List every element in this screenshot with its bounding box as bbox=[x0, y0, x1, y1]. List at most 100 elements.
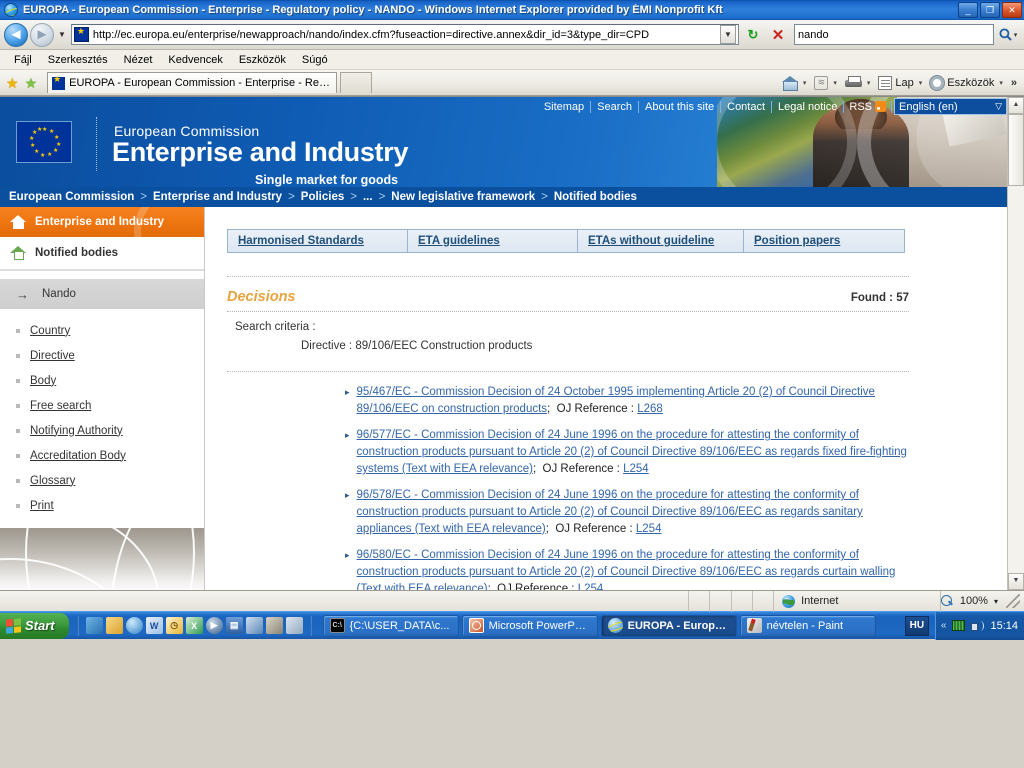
tab-position-papers[interactable]: Position papers bbox=[744, 230, 850, 252]
scroll-down-button[interactable]: ▼ bbox=[1008, 573, 1024, 590]
breadcrumb-item-policies[interactable]: Policies bbox=[301, 191, 344, 203]
page-menu-button[interactable]: Lap bbox=[874, 75, 917, 91]
menu-item-tools[interactable]: Eszközök bbox=[231, 52, 294, 68]
menu-item-file[interactable]: Fájl bbox=[6, 52, 40, 68]
breadcrumb-item-ellipsis[interactable]: ... bbox=[363, 191, 373, 203]
breadcrumb-item-notified-bodies[interactable]: Notified bodies bbox=[554, 191, 637, 203]
print-button[interactable] bbox=[841, 75, 866, 90]
quick-launch-show-desktop-icon[interactable] bbox=[85, 617, 103, 634]
scroll-up-button[interactable]: ▲ bbox=[1008, 97, 1024, 114]
quick-launch-notes-icon[interactable] bbox=[285, 617, 303, 634]
command-overflow-icon[interactable]: » bbox=[1007, 77, 1021, 89]
result-title-link[interactable]: 96/580/EC - Commission Decision of 24 Ju… bbox=[357, 549, 896, 590]
taskbar-button-paint[interactable]: névtelen - Paint bbox=[739, 614, 876, 637]
tray-expand-icon[interactable]: « bbox=[941, 620, 947, 631]
sidebar-decorative-graphic bbox=[0, 528, 204, 590]
print-dropdown-icon[interactable]: ▾ bbox=[866, 79, 875, 87]
stop-icon[interactable]: ✕ bbox=[767, 24, 789, 46]
volume-icon[interactable] bbox=[971, 620, 985, 632]
breadcrumb-item-new-legislative-framework[interactable]: New legislative framework bbox=[391, 191, 535, 203]
quick-launch-excel-icon[interactable]: X bbox=[185, 617, 203, 634]
search-dropdown-icon[interactable]: ▾ bbox=[1014, 31, 1018, 39]
security-zone[interactable]: Internet bbox=[774, 590, 941, 612]
close-button[interactable]: ✕ bbox=[1002, 2, 1022, 18]
quick-launch-clock-icon[interactable]: ◷ bbox=[165, 617, 183, 634]
tab-etas-without-guideline[interactable]: ETAs without guideline bbox=[578, 230, 744, 252]
recent-pages-dropdown-icon[interactable]: ▼ bbox=[58, 30, 66, 39]
address-bar[interactable]: http://ec.europa.eu/enterprise/newapproa… bbox=[70, 24, 739, 45]
address-dropdown-icon[interactable]: ▼ bbox=[720, 25, 736, 44]
sidebar-link-label: Print bbox=[30, 499, 54, 512]
feeds-button[interactable]: ≋ bbox=[810, 75, 832, 91]
browser-search-input[interactable]: nando bbox=[794, 24, 994, 45]
page-scrollbar[interactable]: ▲ ▼ bbox=[1007, 97, 1024, 590]
menu-item-help[interactable]: Súgó bbox=[294, 52, 336, 68]
sidebar-item-glossary[interactable]: Glossary bbox=[16, 468, 204, 493]
taskbar-button-internet-explorer[interactable]: EUROPA - Europe... bbox=[600, 614, 737, 637]
search-icon[interactable]: ▾ bbox=[996, 24, 1020, 45]
quick-launch-media-player-icon[interactable]: ▶ bbox=[205, 617, 223, 634]
start-button[interactable]: Start bbox=[0, 612, 69, 639]
oj-reference-link[interactable]: L268 bbox=[637, 403, 663, 415]
resize-grip[interactable] bbox=[1005, 594, 1020, 608]
tools-menu-button[interactable]: Eszközök bbox=[926, 75, 998, 91]
home-button[interactable] bbox=[778, 75, 802, 91]
home-dropdown-icon[interactable]: ▾ bbox=[802, 79, 811, 87]
restore-button[interactable]: ❐ bbox=[980, 2, 1000, 18]
network-icon[interactable] bbox=[952, 620, 966, 631]
oj-reference-link[interactable]: L254 bbox=[623, 463, 649, 475]
sidebar-item-notified-bodies[interactable]: Notified bodies bbox=[0, 237, 204, 271]
language-selector[interactable]: English (en) ▽ bbox=[894, 98, 1007, 115]
breadcrumb-item-european-commission[interactable]: European Commission bbox=[9, 191, 134, 203]
sidebar-item-print[interactable]: Print bbox=[16, 493, 204, 518]
menu-item-favorites[interactable]: Kedvencek bbox=[160, 52, 230, 68]
back-button[interactable]: ◄ bbox=[4, 22, 28, 47]
tools-dropdown-icon[interactable]: ▾ bbox=[998, 79, 1007, 87]
nav-about-this-site[interactable]: About this site bbox=[639, 100, 722, 113]
zoom-dropdown-icon[interactable]: ▾ bbox=[994, 597, 998, 606]
oj-reference-link[interactable]: L254 bbox=[636, 523, 662, 535]
browser-tab[interactable]: EUROPA - European Commission - Enterpris… bbox=[47, 72, 338, 93]
sidebar-item-body[interactable]: Body bbox=[16, 368, 204, 393]
nav-sitemap[interactable]: Sitemap bbox=[538, 100, 592, 113]
nav-rss[interactable]: RSS bbox=[844, 100, 892, 113]
page-dropdown-icon[interactable]: ▾ bbox=[918, 79, 927, 87]
quick-launch-fax-icon[interactable] bbox=[265, 617, 283, 634]
refresh-icon[interactable]: ↻ bbox=[742, 24, 764, 46]
language-indicator[interactable]: HU bbox=[904, 615, 929, 636]
sidebar-header-enterprise-and-industry[interactable]: Enterprise and Industry bbox=[0, 207, 204, 237]
tab-eta-guidelines[interactable]: ETA guidelines bbox=[408, 230, 578, 252]
clock[interactable]: 15:14 bbox=[990, 620, 1018, 632]
menu-item-edit[interactable]: Szerkesztés bbox=[40, 52, 116, 68]
system-tray: HU « 15:14 bbox=[904, 611, 1024, 640]
quick-launch-internet-explorer-icon[interactable] bbox=[125, 617, 143, 634]
nav-search[interactable]: Search bbox=[591, 100, 640, 113]
oj-reference-link[interactable]: L254 bbox=[578, 583, 604, 590]
taskbar-button-command-prompt[interactable]: C:\ {C:\USER_DATA\c... bbox=[322, 614, 459, 637]
nav-legal-notice[interactable]: Legal notice bbox=[772, 100, 845, 113]
feeds-dropdown-icon[interactable]: ▾ bbox=[832, 79, 841, 87]
sidebar-item-accreditation-body[interactable]: Accreditation Body bbox=[16, 443, 204, 468]
sidebar-item-notifying-authority[interactable]: Notifying Authority bbox=[16, 418, 204, 443]
scrollbar-thumb[interactable] bbox=[1008, 114, 1024, 186]
add-to-favorites-icon[interactable]: ★ bbox=[22, 76, 41, 90]
quick-launch-folder-icon[interactable] bbox=[105, 617, 123, 634]
forward-button[interactable]: ► bbox=[30, 22, 54, 47]
sidebar-item-free-search[interactable]: Free search bbox=[16, 393, 204, 418]
new-tab-button[interactable] bbox=[340, 72, 373, 93]
breadcrumb-item-enterprise-and-industry[interactable]: Enterprise and Industry bbox=[153, 191, 282, 203]
quick-launch-word-icon[interactable]: W bbox=[145, 617, 163, 634]
sidebar-item-country[interactable]: Country bbox=[16, 318, 204, 343]
tab-harmonised-standards[interactable]: Harmonised Standards bbox=[228, 230, 408, 252]
scrollbar-track[interactable] bbox=[1008, 186, 1024, 573]
sidebar-item-directive[interactable]: Directive bbox=[16, 343, 204, 368]
quick-launch-network-icon[interactable] bbox=[245, 617, 263, 634]
quick-launch-book-icon[interactable]: ▤ bbox=[225, 617, 243, 634]
sidebar-item-nando[interactable]: → Nando bbox=[0, 279, 204, 309]
menu-item-view[interactable]: Nézet bbox=[116, 52, 161, 68]
minimize-button[interactable]: _ bbox=[958, 2, 978, 18]
nav-contact[interactable]: Contact bbox=[721, 100, 773, 113]
taskbar-button-powerpoint[interactable]: Microsoft PowerPoi... bbox=[461, 614, 598, 637]
favorites-center-icon[interactable]: ★ bbox=[3, 76, 22, 90]
zoom-control[interactable]: 100% ▾ bbox=[940, 594, 1024, 608]
